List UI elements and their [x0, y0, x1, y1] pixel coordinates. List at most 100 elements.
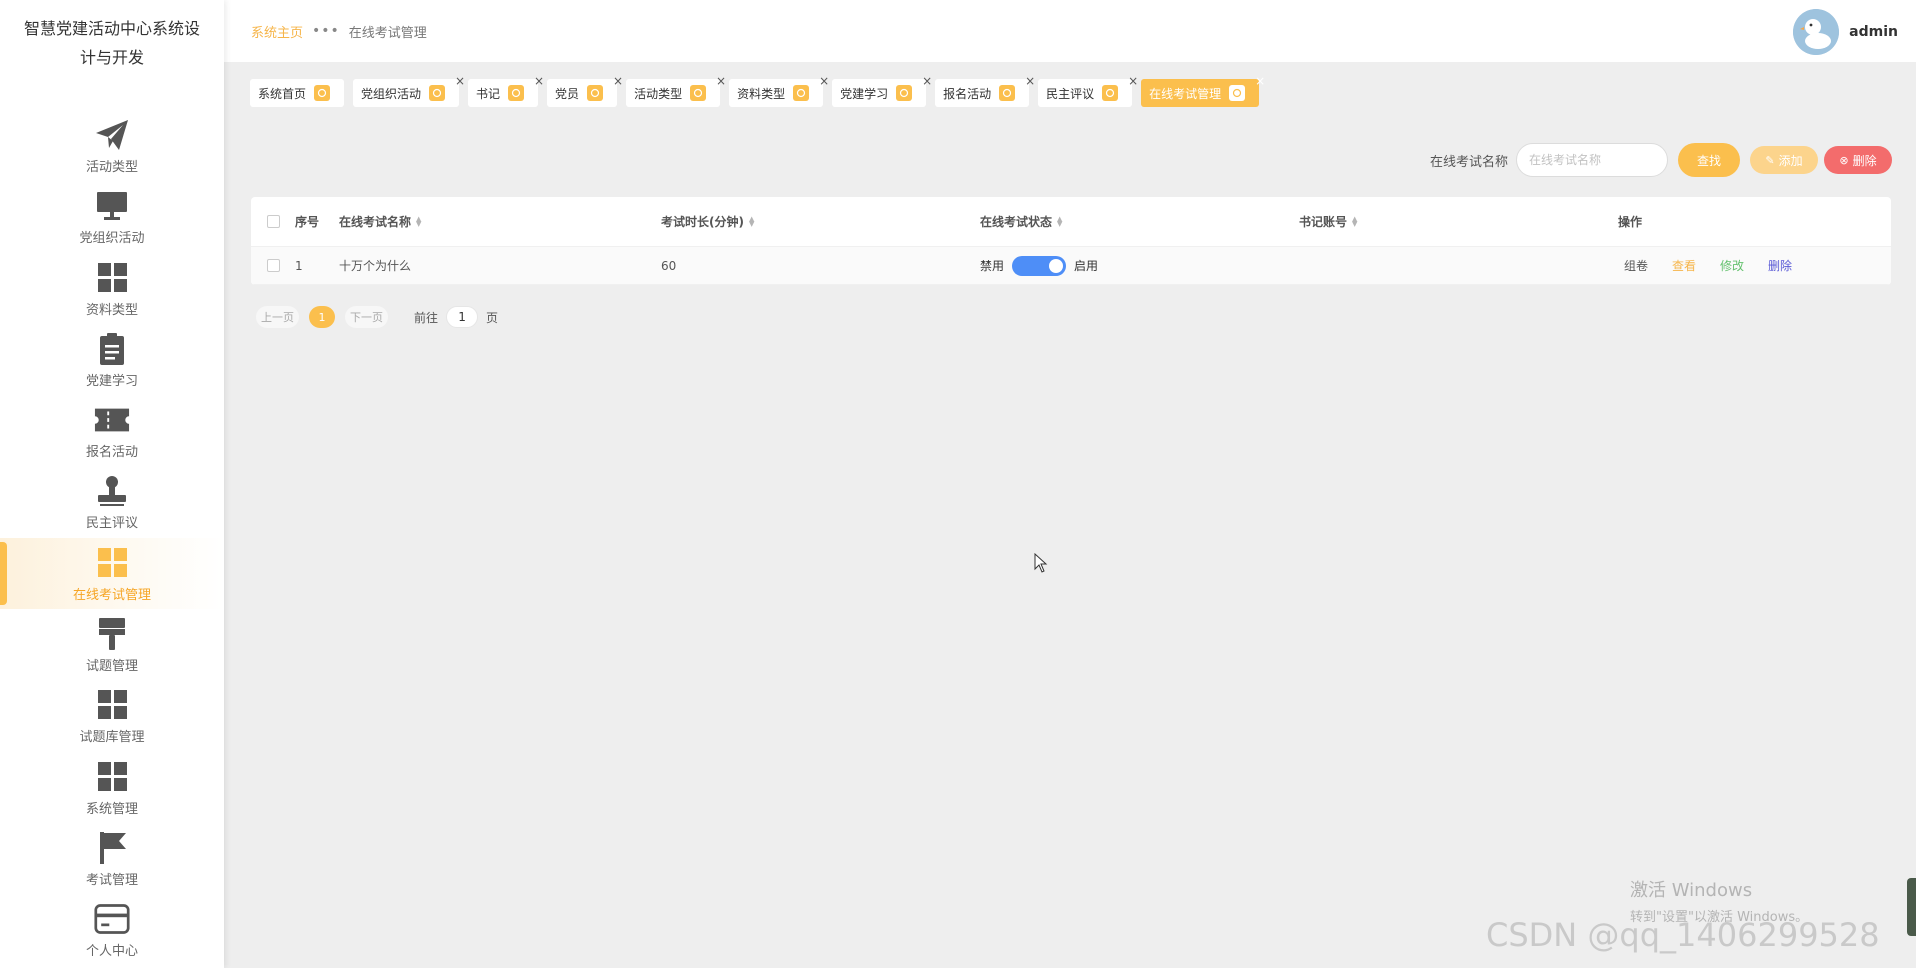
app-title-line1: 智慧党建活动中心系统设: [23, 19, 200, 38]
pencil-icon: ✎: [1765, 153, 1775, 167]
sidebar-item-label: 个人中心: [85, 944, 138, 960]
tab-party-study[interactable]: 党建学习 ×: [832, 75, 932, 107]
row-account: [1299, 247, 1618, 284]
status-on-label: 启用: [1074, 259, 1099, 273]
refresh-icon[interactable]: [999, 85, 1016, 101]
column-header-label: 书记账号: [1299, 215, 1348, 229]
refresh-icon[interactable]: [896, 85, 913, 101]
search-button[interactable]: 查找: [1678, 143, 1740, 177]
tab-secretary[interactable]: 书记 ×: [468, 75, 544, 107]
add-button-label: 添加: [1778, 153, 1803, 168]
sort-icon[interactable]: ▲ ▼: [749, 215, 754, 227]
refresh-icon[interactable]: [429, 85, 446, 101]
close-icon[interactable]: ×: [1024, 75, 1036, 87]
tab-material-type[interactable]: 资料类型 ×: [729, 75, 829, 107]
tab-online-exam[interactable]: 在线考试管理 ×: [1141, 75, 1265, 107]
sidebar-item-question-bank[interactable]: 试题库管理: [0, 680, 224, 751]
refresh-icon[interactable]: [1229, 85, 1246, 101]
sort-icon[interactable]: ▲ ▼: [1057, 215, 1062, 227]
app-title-line2: 计与开发: [79, 48, 144, 67]
sidebar-item-material-type[interactable]: 资料类型: [0, 253, 224, 324]
row-checkbox[interactable]: [266, 259, 280, 272]
sidebar-item-label: 资料类型: [85, 302, 138, 318]
compose-paper-link[interactable]: 组卷: [1624, 257, 1648, 274]
refresh-icon[interactable]: [1102, 85, 1119, 101]
refresh-icon[interactable]: [793, 85, 810, 101]
user-menu[interactable]: admin: [1793, 9, 1898, 55]
close-icon[interactable]: ×: [454, 75, 466, 87]
sidebar-item-label: 系统管理: [85, 801, 138, 817]
clipboard-icon: [94, 330, 130, 368]
column-header-account[interactable]: 书记账号 ▲ ▼: [1299, 197, 1618, 246]
close-icon[interactable]: ×: [1127, 75, 1139, 87]
sidebar-item-activity-type[interactable]: 活动类型: [0, 110, 224, 181]
sort-icon[interactable]: ▲ ▼: [1352, 215, 1357, 227]
view-link[interactable]: 查看: [1672, 257, 1696, 274]
grid-icon: [94, 544, 130, 582]
tab-label: 活动类型: [634, 86, 683, 101]
status-off-label: 禁用: [980, 259, 1005, 273]
delete-link[interactable]: 删除: [1768, 257, 1792, 274]
refresh-icon[interactable]: [508, 85, 525, 101]
top-header: 系统主页 ••• 在线考试管理 admin: [224, 0, 1916, 62]
refresh-icon[interactable]: [587, 85, 604, 101]
row-actions: 组卷 查看 修改 删除: [1618, 247, 1891, 284]
breadcrumb: 系统主页 ••• 在线考试管理: [251, 22, 427, 41]
column-header-index: 序号: [295, 215, 320, 229]
tab-label: 党组织活动: [361, 86, 422, 101]
toggle-knob: [1049, 258, 1064, 273]
close-icon[interactable]: ×: [1254, 75, 1266, 87]
sidebar-item-exam-manage[interactable]: 考试管理: [0, 823, 224, 894]
tab-party-activity[interactable]: 党组织活动 ×: [353, 75, 465, 107]
page-suffix: 页: [486, 310, 499, 325]
sidebar-item-democratic-review[interactable]: 民主评议: [0, 466, 224, 537]
tab-register-activity[interactable]: 报名活动 ×: [935, 75, 1035, 107]
column-header-name[interactable]: 在线考试名称 ▲ ▼: [339, 197, 661, 246]
column-header-status[interactable]: 在线考试状态 ▲ ▼: [980, 197, 1299, 246]
close-icon[interactable]: ×: [612, 75, 624, 87]
sidebar-item-online-exam[interactable]: 在线考试管理: [0, 537, 224, 610]
sidebar-item-party-study[interactable]: 党建学习: [0, 324, 224, 395]
pagination: 上一页 1 下一页 前往 页: [256, 306, 498, 328]
select-all-checkbox[interactable]: [266, 215, 280, 228]
sidebar-item-register-activity[interactable]: 报名活动: [0, 395, 224, 466]
column-header-label: 在线考试名称: [339, 215, 412, 229]
sidebar-item-system-manage[interactable]: 系统管理: [0, 752, 224, 823]
search-bar: 在线考试名称 查找 ✎ 添加 ⊗ 删除: [1430, 143, 1892, 177]
sidebar-item-party-activity[interactable]: 党组织活动: [0, 181, 224, 252]
delete-button[interactable]: ⊗ 删除: [1824, 146, 1892, 174]
tab-democratic-review[interactable]: 民主评议 ×: [1038, 75, 1138, 107]
sidebar-item-personal-center[interactable]: 个人中心: [0, 894, 224, 965]
close-icon[interactable]: ×: [715, 75, 727, 87]
tab-party-member[interactable]: 党员 ×: [547, 75, 623, 107]
tab-system-home[interactable]: 系统首页: [250, 79, 345, 107]
grid-icon: [94, 686, 130, 724]
refresh-icon[interactable]: [314, 85, 331, 101]
breadcrumb-home-link[interactable]: 系统主页: [251, 22, 303, 41]
breadcrumb-current: 在线考试管理: [348, 25, 427, 41]
sort-icon[interactable]: ▲ ▼: [416, 215, 421, 227]
stamp-icon: [94, 472, 130, 510]
prev-page-button[interactable]: 上一页: [256, 306, 299, 328]
next-page-button[interactable]: 下一页: [345, 306, 388, 328]
close-icon[interactable]: ×: [533, 75, 545, 87]
goto-page-input[interactable]: [446, 306, 479, 328]
username[interactable]: admin: [1849, 24, 1898, 40]
tab-activity-type[interactable]: 活动类型 ×: [626, 75, 726, 107]
close-icon[interactable]: ×: [818, 75, 830, 87]
current-page[interactable]: 1: [309, 306, 335, 328]
search-label: 在线考试名称: [1429, 154, 1508, 170]
status-toggle[interactable]: [1012, 255, 1067, 276]
column-header-actions: 操作: [1618, 215, 1643, 229]
refresh-icon[interactable]: [690, 85, 707, 101]
circle-x-icon: ⊗: [1839, 153, 1849, 167]
edit-link[interactable]: 修改: [1720, 257, 1744, 274]
sidebar-item-question-manage[interactable]: 试题管理: [0, 609, 224, 680]
avatar[interactable]: [1793, 9, 1840, 55]
close-icon[interactable]: ×: [921, 75, 933, 87]
sidebar-item-label: 在线考试管理: [72, 587, 151, 603]
row-status: 禁用 启用: [980, 247, 1299, 284]
add-button[interactable]: ✎ 添加: [1750, 146, 1818, 174]
column-header-duration[interactable]: 考试时长(分钟) ▲ ▼: [661, 197, 980, 246]
search-input[interactable]: [1516, 143, 1668, 177]
